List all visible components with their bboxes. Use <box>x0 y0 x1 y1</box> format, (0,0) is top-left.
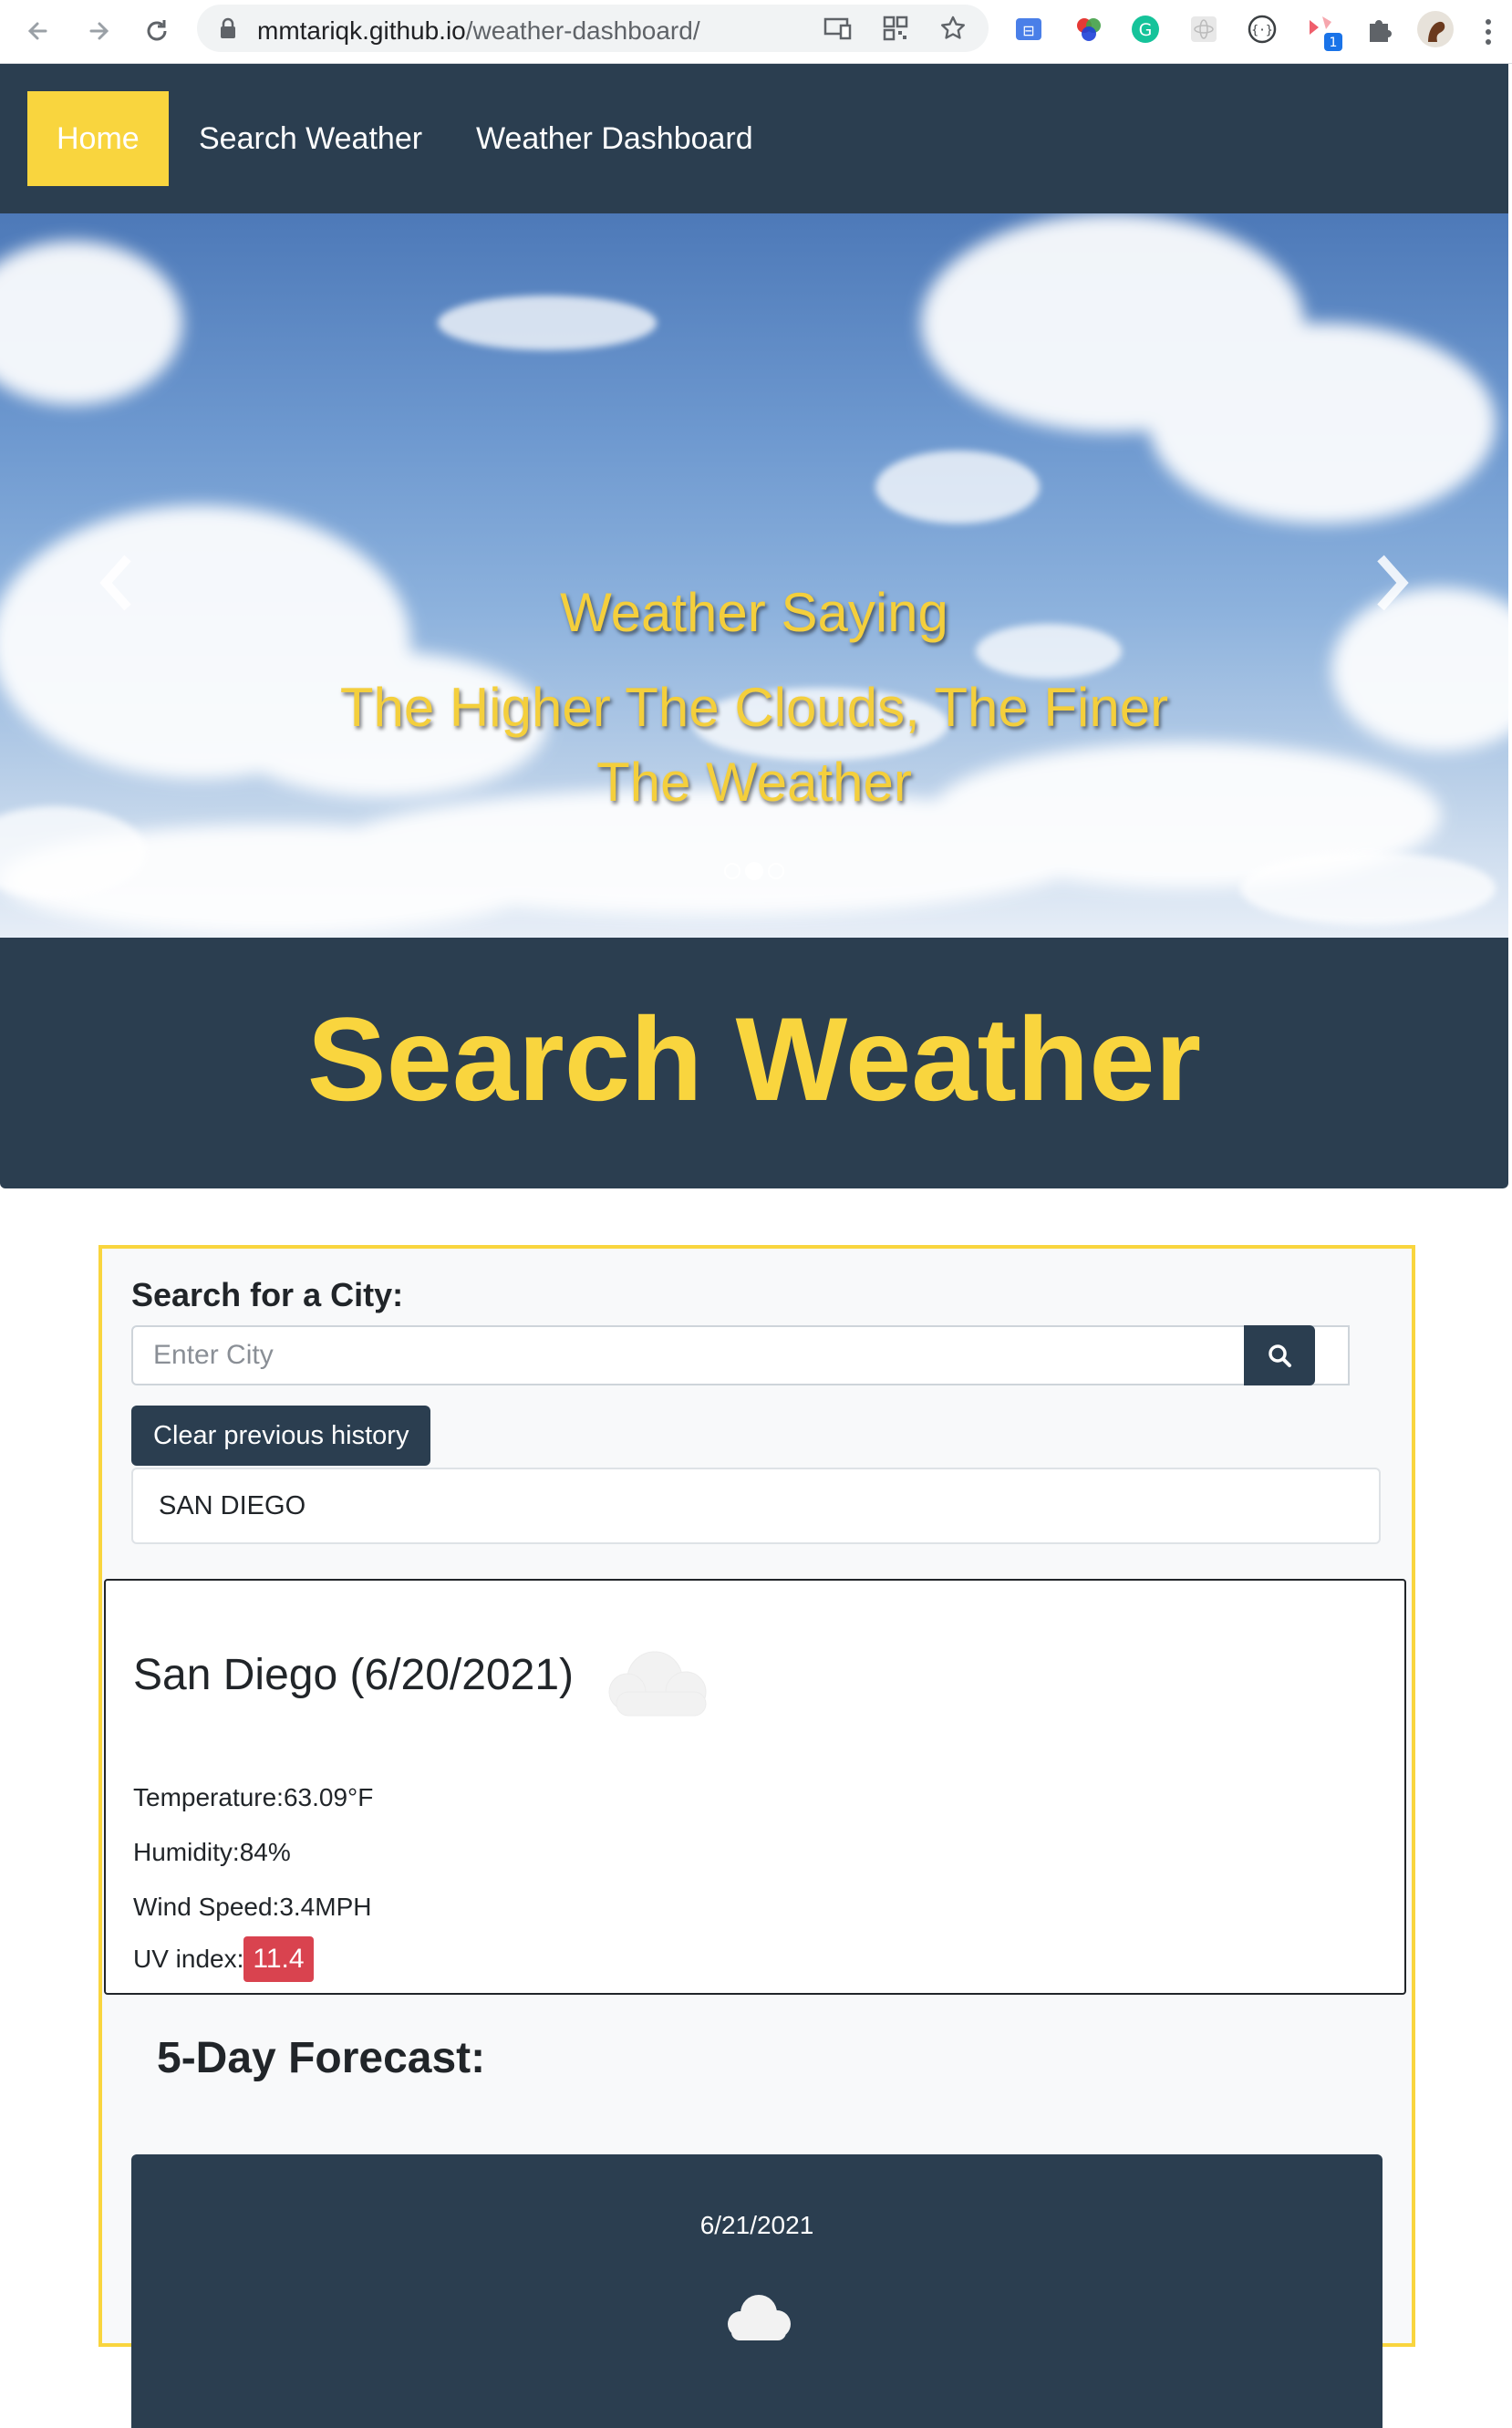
url-text: mmtariqk.github.io/weather-dashboard/ <box>257 16 700 46</box>
browser-toolbar: mmtariqk.github.io/weather-dashboard/ ⊟ … <box>0 0 1512 64</box>
carousel-dot-2[interactable] <box>745 862 763 880</box>
cast-icon[interactable] <box>823 16 852 40</box>
wind-speed-text: Wind Speed:3.4MPH <box>133 1893 372 1921</box>
address-bar[interactable]: mmtariqk.github.io/weather-dashboard/ <box>197 5 989 52</box>
reload-icon[interactable] <box>137 11 177 51</box>
nav-search-weather[interactable]: Search Weather <box>170 91 451 186</box>
forecast-date: 6/21/2021 <box>699 2211 814 2239</box>
hero-heading: Weather Saying <box>560 582 948 643</box>
translate-extension-icon[interactable]: ⊟ <box>1012 13 1045 46</box>
profile-avatar-icon[interactable] <box>1415 9 1455 49</box>
carousel-next-icon[interactable] <box>1362 542 1417 624</box>
search-icon <box>1269 1344 1291 1367</box>
temperature-text: Temperature:63.09°F <box>133 1783 374 1811</box>
lock-icon[interactable] <box>219 17 237 39</box>
nav-home[interactable]: Home <box>27 91 169 186</box>
carousel-dot-1[interactable] <box>724 863 740 879</box>
extension-badge: 1 <box>1330 36 1338 50</box>
url-host: mmtariqk.github.io <box>257 16 466 45</box>
uv-index-label: UV index: <box>133 1945 244 1973</box>
back-icon[interactable] <box>18 11 58 51</box>
react-devtools-extension-icon[interactable] <box>1187 13 1220 46</box>
svg-text:{·}: {·} <box>1251 24 1272 37</box>
grammarly-extension-icon[interactable]: G <box>1129 13 1162 46</box>
notification-extension-icon[interactable]: 1 <box>1304 11 1344 51</box>
search-panel: Search for a City: Clear previous histor… <box>98 1245 1415 2428</box>
qr-code-icon[interactable] <box>883 16 908 41</box>
url-path: /weather-dashboard/ <box>465 16 700 45</box>
page-title: Search Weather <box>306 992 1202 1126</box>
carousel-dot-3[interactable] <box>768 863 784 879</box>
hero-quote-line2: The Weather <box>596 752 912 813</box>
svg-text:G: G <box>1139 20 1153 40</box>
forecast-title: 5-Day Forecast: <box>157 2034 486 2082</box>
carousel-indicators[interactable] <box>722 860 786 882</box>
carousel-prev-icon[interactable] <box>91 542 146 624</box>
puzzle-extensions-icon[interactable] <box>1362 13 1395 46</box>
search-button[interactable] <box>1244 1325 1315 1385</box>
clear-history-button[interactable]: Clear previous history <box>131 1406 431 1466</box>
cloud-icon <box>608 1651 707 1717</box>
forecast-day-card: 6/21/2021 <box>131 2154 1383 2428</box>
main-navbar: Home Search Weather Weather Dashboard <box>0 64 1508 213</box>
nav-weather-dashboard[interactable]: Weather Dashboard <box>447 91 782 186</box>
search-label: Search for a City: <box>131 1276 404 1313</box>
uv-index-badge: 11.4 <box>243 1936 314 1982</box>
forward-icon[interactable] <box>78 11 119 51</box>
cloud-icon <box>728 2295 791 2340</box>
color-picker-extension-icon[interactable] <box>1072 13 1105 46</box>
search-history-list: SAN DIEGO <box>131 1468 1381 1544</box>
humidity-text: Humidity:84% <box>133 1838 291 1866</box>
svg-text:⊟: ⊟ <box>1022 22 1034 39</box>
city-search-input[interactable] <box>131 1325 1350 1385</box>
hero-quote-line1: The Higher The Clouds, The Finer <box>339 677 1169 738</box>
current-weather-card: San Diego (6/20/2021) Temperature:63.09°… <box>104 1579 1406 1995</box>
hero-carousel: Weather Saying The Higher The Clouds, Th… <box>0 213 1508 938</box>
section-header: Search Weather <box>0 938 1508 1188</box>
browser-menu-icon[interactable] <box>1483 16 1494 47</box>
history-item[interactable]: SAN DIEGO <box>159 1491 306 1521</box>
current-city-title: San Diego (6/20/2021) <box>133 1651 574 1699</box>
json-viewer-extension-icon[interactable]: {·} <box>1246 13 1279 46</box>
bookmark-star-icon[interactable] <box>939 15 967 42</box>
uv-index-row: UV index: 11.4 <box>133 1936 314 1982</box>
